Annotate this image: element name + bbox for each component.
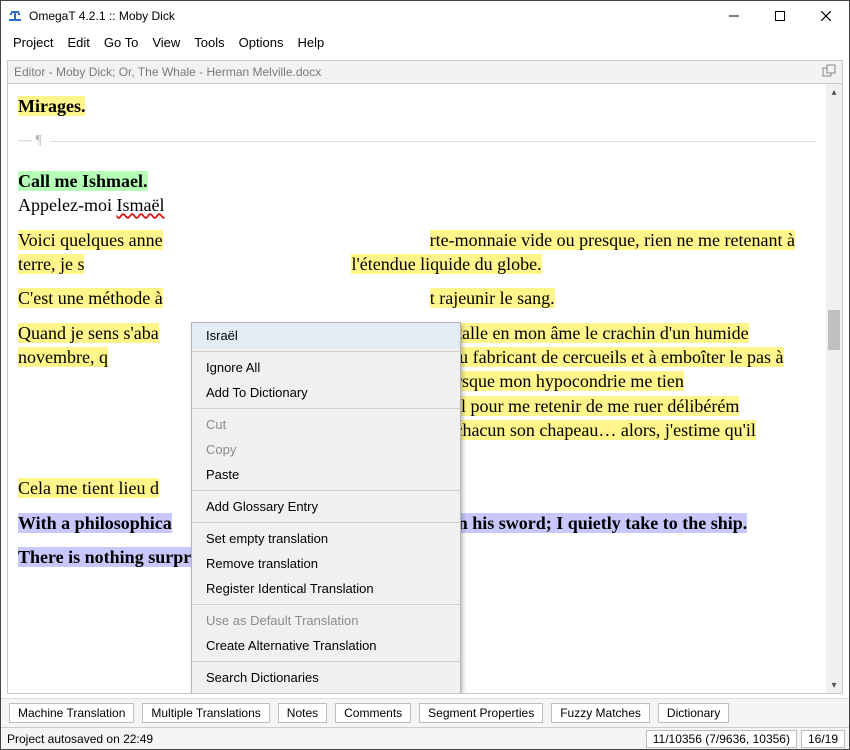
tab-notes[interactable]: Notes: [278, 703, 327, 723]
editor-header: Editor - Moby Dick; Or, The Whale - Herm…: [7, 60, 843, 84]
menu-project[interactable]: Project: [7, 33, 59, 52]
ctx-use-default-translation: Use as Default Translation: [192, 608, 460, 633]
editor-pane: Mirages. — ¶ Call me Ishmael. Appelez-mo…: [7, 84, 843, 694]
status-segment-counts: 11/10356 (7/9636, 10356): [646, 730, 797, 748]
ctx-create-alternative-translation[interactable]: Create Alternative Translation: [192, 633, 460, 658]
ctx-set-empty-translation[interactable]: Set empty translation: [192, 526, 460, 551]
bottom-tabs: Machine Translation Multiple Translation…: [1, 698, 849, 727]
maximize-button[interactable]: [757, 1, 803, 31]
menubar: Project Edit Go To View Tools Options He…: [1, 31, 849, 56]
statusbar: Project autosaved on 22:49 11/10356 (7/9…: [1, 727, 849, 749]
ctx-cut: Cut: [192, 412, 460, 437]
tab-segment-properties[interactable]: Segment Properties: [419, 703, 543, 723]
menu-help[interactable]: Help: [291, 33, 330, 52]
ctx-ignore-all[interactable]: Ignore All: [192, 355, 460, 380]
tab-multiple-translations[interactable]: Multiple Translations: [142, 703, 269, 723]
segment-untranslated[interactable]: With a philosophica: [18, 513, 172, 533]
app-icon: [7, 8, 23, 24]
context-menu: Israël Ignore All Add To Dictionary Cut …: [191, 322, 461, 694]
scrollbar[interactable]: ▴ ▾: [826, 84, 842, 693]
scroll-up-icon[interactable]: ▴: [826, 84, 842, 100]
menu-goto[interactable]: Go To: [98, 33, 144, 52]
window: OmegaT 4.2.1 :: Moby Dick Project Edit G…: [0, 0, 850, 750]
segment[interactable]: t rajeunir le sang.: [430, 288, 555, 308]
segment[interactable]: Voici quelques anne: [18, 230, 163, 250]
detach-icon[interactable]: [822, 64, 836, 81]
status-message: Project autosaved on 22:49: [1, 732, 646, 746]
scroll-thumb[interactable]: [828, 310, 840, 350]
menu-edit[interactable]: Edit: [61, 33, 95, 52]
ctx-add-glossary[interactable]: Add Glossary Entry: [192, 494, 460, 519]
segment[interactable]: C'est une méthode à: [18, 288, 163, 308]
tab-fuzzy-matches[interactable]: Fuzzy Matches: [551, 703, 650, 723]
status-position: 16/19: [801, 730, 845, 748]
close-button[interactable]: [803, 1, 849, 31]
ctx-add-to-dictionary[interactable]: Add To Dictionary: [192, 380, 460, 405]
menu-view[interactable]: View: [146, 33, 186, 52]
segment[interactable]: l'étendue liquide du globe.: [351, 254, 541, 274]
minimize-button[interactable]: [711, 1, 757, 31]
menu-tools[interactable]: Tools: [188, 33, 230, 52]
paragraph-mark: — ¶: [18, 132, 816, 151]
source-segment[interactable]: Call me Ishmael.: [18, 171, 148, 191]
ctx-paste[interactable]: Paste: [192, 462, 460, 487]
target-segment[interactable]: Appelez-moi Ismaël: [18, 193, 816, 217]
menu-options[interactable]: Options: [233, 33, 290, 52]
misspelled-word[interactable]: Ismaël: [116, 195, 164, 215]
segment[interactable]: Cela me tient lieu d: [18, 478, 159, 498]
ctx-remove-translation[interactable]: Remove translation: [192, 551, 460, 576]
segment-untranslated[interactable]: pon his sword; I quietly take to the shi…: [439, 513, 748, 533]
tab-comments[interactable]: Comments: [335, 703, 411, 723]
tab-machine-translation[interactable]: Machine Translation: [9, 703, 134, 723]
segment[interactable]: Mirages.: [18, 96, 85, 116]
titlebar: OmegaT 4.2.1 :: Moby Dick: [1, 1, 849, 31]
scroll-track[interactable]: [826, 100, 842, 677]
editor-file-label: Editor - Moby Dick; Or, The Whale - Herm…: [14, 65, 321, 79]
window-title: OmegaT 4.2.1 :: Moby Dick: [29, 9, 711, 23]
ctx-register-identical[interactable]: Register Identical Translation: [192, 576, 460, 601]
segment[interactable]: Quand je sens s'aba: [18, 323, 159, 343]
scroll-down-icon[interactable]: ▾: [826, 677, 842, 693]
ctx-spell-suggestion[interactable]: Israël: [192, 323, 460, 348]
ctx-copy: Copy: [192, 437, 460, 462]
ctx-search-dictionaries[interactable]: Search Dictionaries: [192, 665, 460, 690]
tab-dictionary[interactable]: Dictionary: [658, 703, 729, 723]
